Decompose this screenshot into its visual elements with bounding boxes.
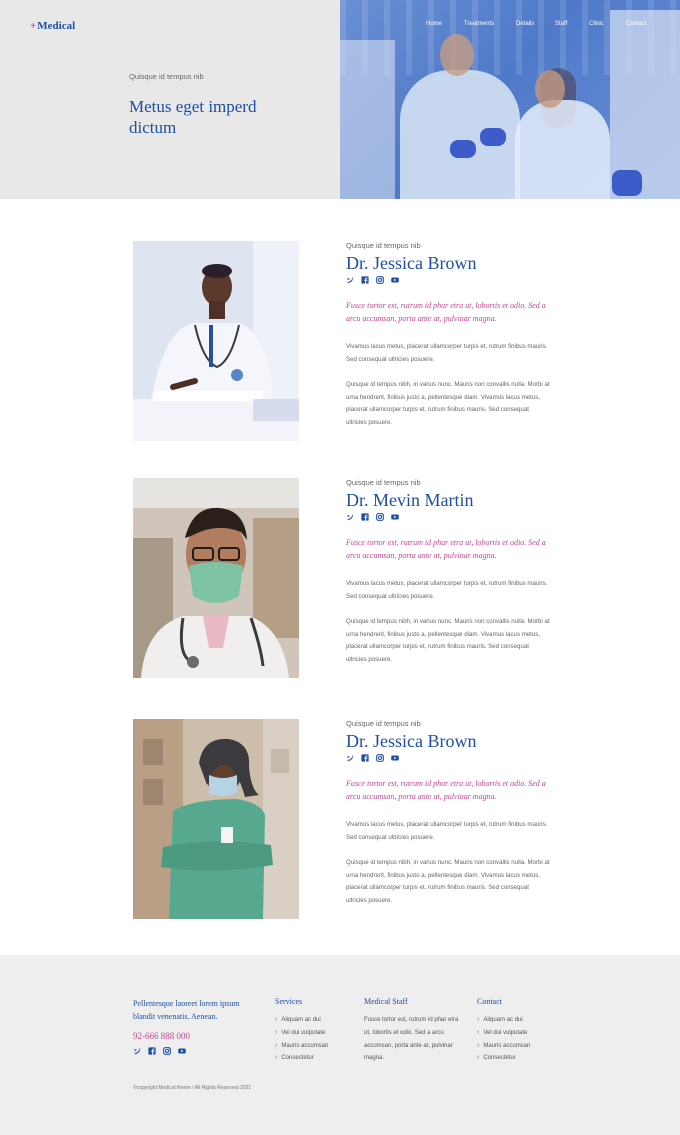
footer-contact: Contact › Aliquam ac dui › Vel dui vulputa… [477, 997, 530, 1065]
doctor-info: Quisque id tempus nib Dr. Jessica Brown … [346, 241, 556, 430]
footer-link[interactable]: › Consectetur [275, 1052, 328, 1065]
facebook-icon[interactable] [361, 754, 369, 762]
chevron-right-icon: › [477, 1041, 480, 1049]
hero-title: Metus eget imperd dictum [129, 97, 257, 137]
chevron-right-icon: › [275, 1016, 278, 1023]
twitter-icon[interactable] [133, 1047, 141, 1055]
doctor-photo [133, 478, 299, 678]
doctor-paragraph: Quisque id tempus nibh, in varius nunc. … [346, 380, 550, 427]
instagram-icon[interactable] [163, 1047, 171, 1055]
chevron-right-icon: › [275, 1028, 278, 1036]
footer-tagline: Pellentesque laoreet lorem ipsum blandit… [133, 999, 240, 1021]
doctor-social-links [346, 513, 556, 522]
chevron-right-icon: › [275, 1054, 278, 1062]
nav-details[interactable]: Details [516, 21, 534, 27]
chevron-right-icon: › [275, 1041, 278, 1049]
chevron-right-icon: › [477, 1016, 480, 1023]
doctor-name: Dr. Jessica Brown [346, 731, 477, 751]
doctor-info: Quisque id tempus nib Dr. Jessica Brown … [346, 719, 556, 908]
doctor-card: Quisque id tempus nib Dr. Jessica Brown … [0, 719, 680, 919]
main-nav: Home Treatments Details Staff Clinic Con… [340, 21, 680, 31]
twitter-icon[interactable] [346, 754, 354, 762]
nav-staff[interactable]: Staff [555, 21, 567, 27]
footer-phone[interactable]: 92-666 888 000 [133, 1031, 263, 1041]
doctor-kicker: Quisque id tempus nib [346, 241, 421, 250]
doctor-paragraph: Vivamus lacus metus, placerat ullamcorpe… [346, 821, 548, 841]
doctor-paragraph: Vivamus lacus metus, placerat ullamcorpe… [346, 343, 548, 363]
facebook-icon[interactable] [148, 1047, 156, 1055]
footer-services: Services › Aliquam ac dui › Vel dui vulput… [275, 997, 328, 1065]
logo-text: Medical [37, 20, 76, 32]
doctor-info: Quisque id tempus nib Dr. Mevin Martin F… [346, 478, 556, 667]
footer-contact-list: › Aliquam ac dui › Vel dui vulputate › Maur… [477, 1014, 530, 1065]
footer-link[interactable]: › Mauris accumsan [477, 1040, 530, 1053]
footer-staff-text: Fusce tortor est, rutrum id phar etra ut… [364, 1017, 459, 1062]
doctor-name: Dr. Jessica Brown [346, 253, 477, 273]
footer: Pellentesque laoreet lorem ipsum blandit… [0, 955, 680, 1135]
footer-link[interactable]: › Aliquam ac dui [477, 1014, 530, 1027]
doctor-paragraph: Quisque id tempus nibh, in varius nunc. … [346, 617, 550, 664]
twitter-icon[interactable] [346, 276, 354, 284]
youtube-icon[interactable] [391, 276, 399, 284]
doctor-paragraph: Vivamus lacus metus, placerat ullamcorpe… [346, 580, 548, 600]
youtube-icon[interactable] [391, 754, 399, 762]
footer-heading: Medical Staff [364, 997, 408, 1006]
footer-services-list: › Aliquam ac dui › Vel dui vulputate › Maur… [275, 1014, 328, 1065]
nav-home[interactable]: Home [426, 21, 442, 27]
instagram-icon[interactable] [376, 513, 384, 521]
footer-about: Pellentesque laoreet lorem ipsum blandit… [133, 997, 263, 1055]
youtube-icon[interactable] [178, 1047, 186, 1055]
footer-link[interactable]: › Aliquam ac dui [275, 1014, 328, 1027]
footer-link[interactable]: › Vel dui vulputate [275, 1027, 328, 1040]
footer-heading: Contact [477, 997, 502, 1006]
chevron-right-icon: › [477, 1028, 480, 1036]
footer-link[interactable]: › Consectetur [477, 1052, 530, 1065]
doctor-paragraph: Quisque id tempus nibh, in varius nunc. … [346, 858, 550, 905]
twitter-icon[interactable] [346, 513, 354, 521]
doctor-card: Quisque id tempus nib Dr. Mevin Martin F… [0, 478, 680, 678]
nav-clinic[interactable]: Clinic [589, 21, 604, 27]
doctor-photo [133, 241, 299, 441]
footer-link[interactable]: › Vel dui vulputate [477, 1027, 530, 1040]
chevron-right-icon: › [477, 1054, 480, 1062]
doctor-quote: Fusce tortor est, rutrum id phar etra ut… [346, 538, 546, 560]
footer-staff: Medical Staff Fusce tortor est, rutrum i… [364, 997, 460, 1065]
footer-social-links [133, 1047, 263, 1055]
footer-link[interactable]: › Mauris accumsan [275, 1040, 328, 1053]
doctor-photo [133, 719, 299, 919]
doctor-kicker: Quisque id tempus nib [346, 478, 421, 487]
hero-text-panel: +Medical Quisque id tempus nib Metus ege… [0, 0, 340, 199]
medical-cross-icon: + [30, 20, 37, 32]
doctor-social-links [346, 276, 556, 285]
doctor-name: Dr. Mevin Martin [346, 490, 474, 510]
doctor-quote: Fusce tortor est, rutrum id phar etra ut… [346, 779, 546, 801]
nav-treatments[interactable]: Treatments [464, 21, 494, 27]
instagram-icon[interactable] [376, 276, 384, 284]
doctor-kicker: Quisque id tempus nib [346, 719, 421, 728]
footer-heading: Services [275, 997, 303, 1006]
facebook-icon[interactable] [361, 276, 369, 284]
facebook-icon[interactable] [361, 513, 369, 521]
doctor-social-links [346, 754, 556, 763]
logo[interactable]: +Medical [30, 20, 75, 32]
hero-image: Home Treatments Details Staff Clinic Con… [340, 0, 680, 199]
hero-section: +Medical Quisque id tempus nib Metus ege… [0, 0, 680, 199]
hero-kicker: Quisque id tempus nib [129, 72, 204, 81]
youtube-icon[interactable] [391, 513, 399, 521]
instagram-icon[interactable] [376, 754, 384, 762]
doctor-card: Quisque id tempus nib Dr. Jessica Brown … [0, 241, 680, 441]
nav-contact[interactable]: Contact [626, 21, 647, 27]
doctor-quote: Fusce tortor est, rutrum id phar etra ut… [346, 301, 546, 323]
copyright: ©copyright Medical theme / All Rights Re… [133, 1085, 252, 1091]
